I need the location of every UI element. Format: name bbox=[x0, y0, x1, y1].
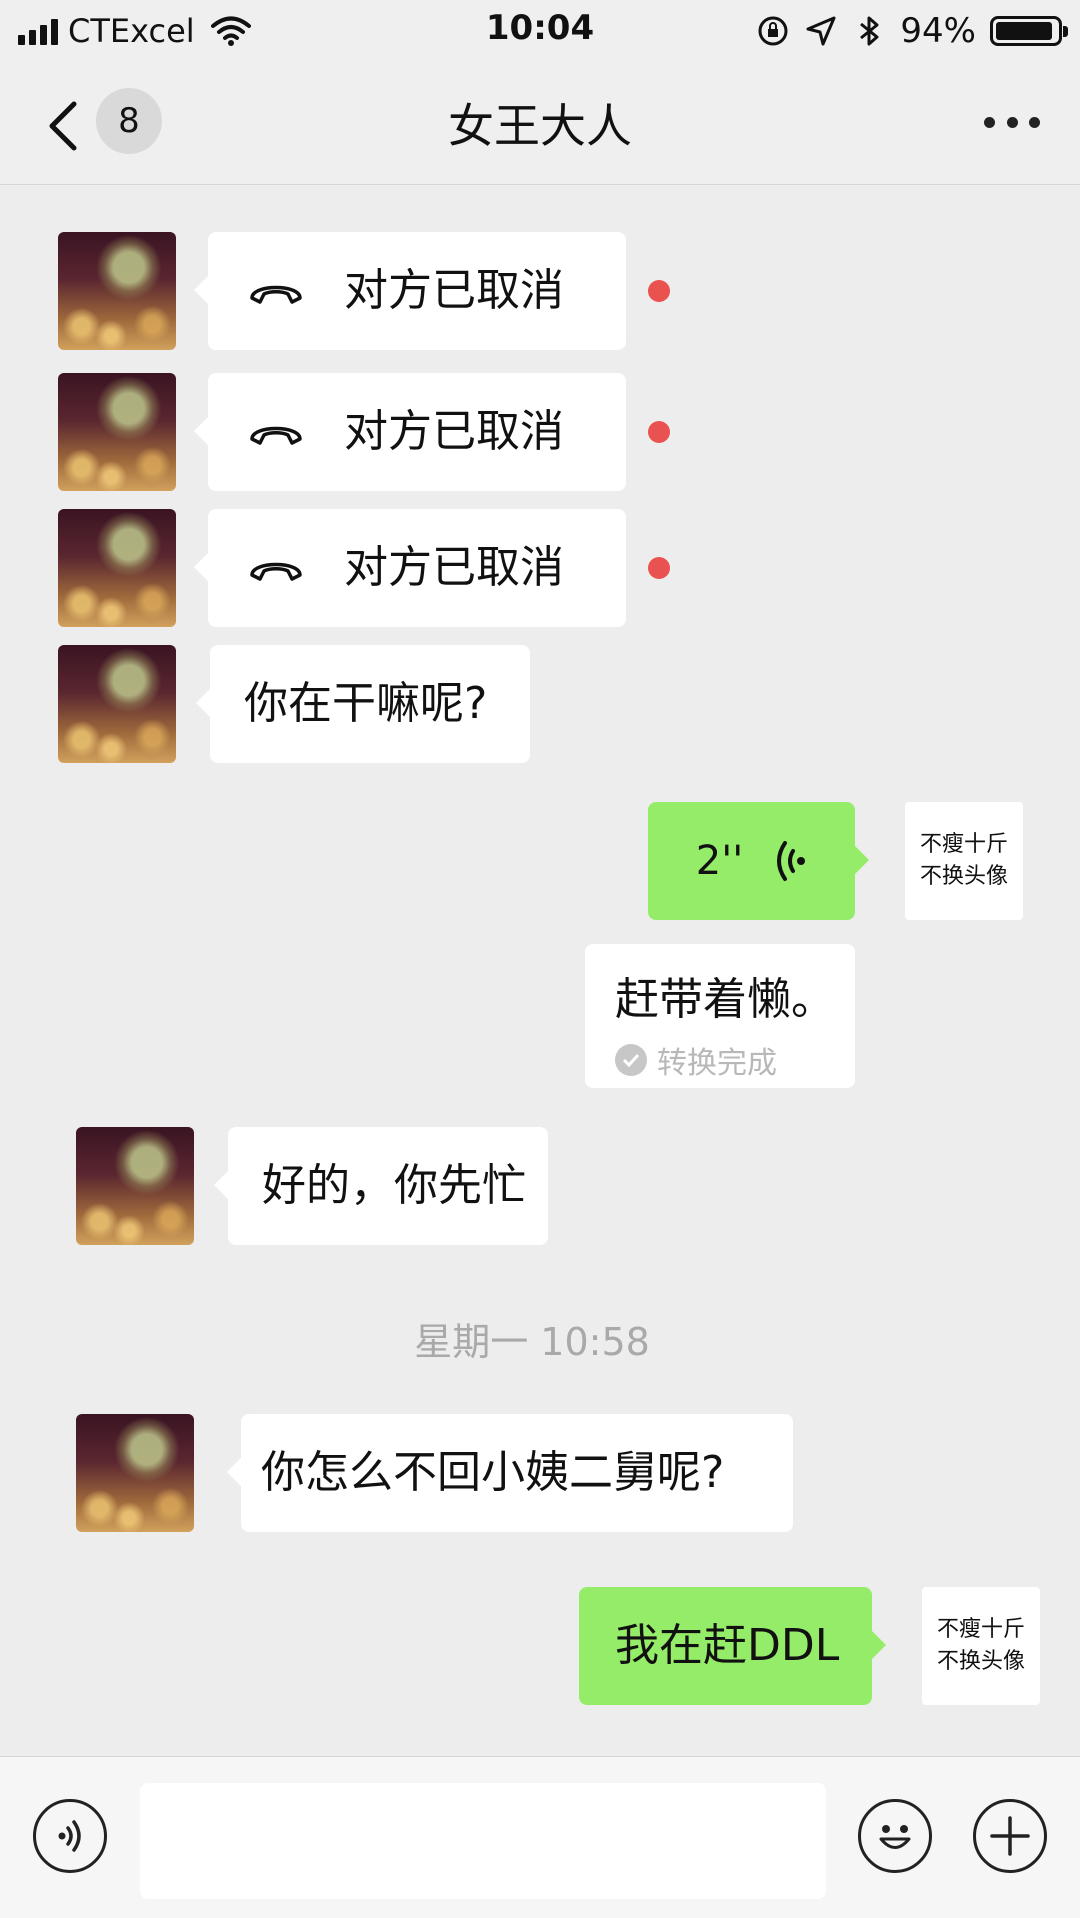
call-cancelled-bubble[interactable]: 对方已取消 bbox=[194, 232, 626, 350]
chat-title: 女王大人 bbox=[448, 99, 632, 153]
rotation-lock-icon bbox=[758, 16, 788, 46]
message-text: 好的，你先忙 bbox=[262, 1160, 526, 1211]
unread-dot bbox=[648, 421, 670, 443]
message-input[interactable] bbox=[140, 1783, 826, 1899]
battery-icon bbox=[990, 16, 1068, 46]
received-message-bubble[interactable]: 你怎么不回小姨二舅呢? bbox=[227, 1414, 793, 1532]
voice-input-button[interactable] bbox=[33, 1799, 107, 1873]
phone-hangup-icon bbox=[250, 285, 302, 304]
message-text: 你怎么不回小姨二舅呢? bbox=[261, 1447, 725, 1498]
plus-icon bbox=[990, 1816, 1030, 1856]
smiley-icon bbox=[879, 1825, 911, 1849]
emoji-button[interactable] bbox=[858, 1799, 932, 1873]
more-functions-button[interactable] bbox=[973, 1799, 1047, 1873]
phone-hangup-icon bbox=[250, 562, 302, 581]
voice-wave-icon bbox=[777, 841, 806, 881]
self-avatar[interactable]: 不瘦十斤 不换头像 bbox=[905, 802, 1023, 920]
received-message-bubble[interactable]: 好的，你先忙 bbox=[214, 1127, 548, 1245]
battery-percent: 94% bbox=[900, 11, 976, 51]
check-circle-icon bbox=[615, 1044, 647, 1076]
contact-avatar[interactable] bbox=[58, 509, 176, 627]
transcript-status: 转换完成 bbox=[657, 1046, 777, 1081]
voice-message-bubble[interactable]: 2'' bbox=[648, 802, 869, 920]
contact-avatar[interactable] bbox=[58, 645, 176, 763]
contact-avatar[interactable] bbox=[58, 232, 176, 350]
self-avatar[interactable]: 不瘦十斤 不换头像 bbox=[922, 1587, 1040, 1705]
voice-duration: 2'' bbox=[695, 838, 744, 884]
contact-avatar[interactable] bbox=[76, 1127, 194, 1245]
phone-hangup-icon bbox=[250, 426, 302, 445]
chat-message-list[interactable]: 对方已取消 对方已取消 对方已取消 你在干嘛呢? 2'' 不瘦十斤 不换头像 赶… bbox=[0, 185, 1080, 1755]
received-message-bubble[interactable]: 你在干嘛呢? bbox=[196, 645, 530, 763]
nav-bar: 8 女王大人 bbox=[0, 62, 1080, 185]
sent-message-bubble[interactable]: 我在赶DDL bbox=[579, 1587, 886, 1705]
contact-avatar[interactable] bbox=[76, 1414, 194, 1532]
location-icon bbox=[806, 16, 836, 46]
unread-dot bbox=[648, 557, 670, 579]
bluetooth-icon bbox=[860, 16, 879, 46]
call-status-text: 对方已取消 bbox=[344, 265, 564, 316]
call-status-text: 对方已取消 bbox=[344, 542, 564, 593]
contact-avatar[interactable] bbox=[58, 373, 176, 491]
time-divider: 星期一 10:58 bbox=[414, 1320, 650, 1364]
unread-dot bbox=[648, 280, 670, 302]
voice-transcript-card[interactable]: 赶带着懒。 转换完成 bbox=[585, 944, 855, 1088]
message-text: 我在赶DDL bbox=[615, 1620, 840, 1671]
more-options-icon[interactable] bbox=[984, 114, 1040, 130]
call-cancelled-bubble[interactable]: 对方已取消 bbox=[194, 373, 626, 491]
call-cancelled-bubble[interactable]: 对方已取消 bbox=[194, 509, 626, 627]
transcript-text: 赶带着懒。 bbox=[615, 974, 835, 1025]
message-input-bar bbox=[0, 1756, 1080, 1918]
message-text: 你在干嘛呢? bbox=[244, 678, 488, 729]
call-status-text: 对方已取消 bbox=[344, 406, 564, 457]
status-bar: CTExcel 10:04 94% bbox=[0, 0, 1080, 62]
voice-icon bbox=[58, 1820, 81, 1852]
